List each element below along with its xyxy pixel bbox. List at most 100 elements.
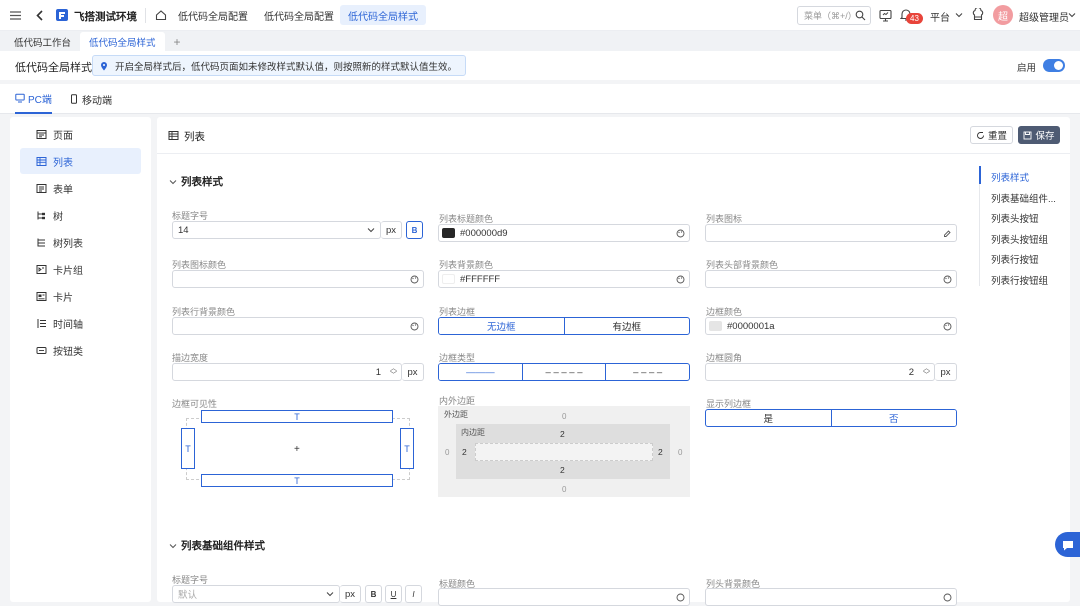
s2-title-color-picker[interactable]: [438, 588, 690, 606]
sidebar-item-page[interactable]: 页面: [20, 121, 141, 147]
stepper-icon[interactable]: ︿ ﹀: [390, 365, 397, 379]
border-type-segmented: ——— – – – – – – – – –: [438, 363, 690, 381]
search-placeholder: 菜单（⌘+/）: [804, 11, 857, 21]
list-icon-input[interactable]: [705, 224, 957, 242]
avatar[interactable]: 超: [993, 5, 1013, 25]
title-color-picker[interactable]: #000000d9: [438, 224, 690, 242]
anchor-row-button-group[interactable]: 列表行按钮组: [991, 273, 1048, 287]
section-list-style[interactable]: 列表样式: [169, 174, 223, 189]
palette-icon: [409, 274, 419, 284]
anchor-base-components[interactable]: 列表基础组件...: [991, 191, 1056, 205]
chevron-down-icon: [325, 589, 335, 599]
chef-hat-icon[interactable]: [971, 8, 985, 22]
sidebar-item-button[interactable]: 按钮类: [20, 337, 141, 363]
edit-icon: [942, 228, 952, 238]
margin-right-value[interactable]: 0: [678, 448, 682, 457]
reset-button[interactable]: 重置: [970, 126, 1013, 144]
user-name[interactable]: 超级管理员: [1019, 9, 1069, 24]
section-base-components[interactable]: 列表基础组件样式: [169, 538, 265, 553]
stroke-width-input[interactable]: 1 ︿ ﹀: [172, 363, 402, 381]
page-tab-bar: 低代码工作台 低代码全局样式 +: [0, 31, 1080, 51]
palette-icon: [675, 274, 685, 284]
icon-color-picker[interactable]: [172, 270, 424, 288]
sidebar-item-timeline[interactable]: 时间轴: [20, 310, 141, 336]
padding-left-value[interactable]: 2: [462, 447, 467, 457]
enable-toggle[interactable]: [1043, 59, 1065, 72]
bold-button[interactable]: B: [406, 221, 423, 239]
anchor-header-button[interactable]: 列表头按钮: [991, 211, 1039, 225]
page-tab-workbench[interactable]: 低代码工作台: [5, 32, 80, 51]
col-border-no-option[interactable]: 否: [831, 410, 956, 426]
border-top-toggle[interactable]: T: [201, 410, 393, 423]
tab-pc[interactable]: PC端: [15, 84, 52, 114]
border-dotted-option[interactable]: – – – –: [606, 364, 689, 380]
breadcrumb-3[interactable]: 低代码全局样式: [340, 5, 426, 25]
border-color-picker[interactable]: #0000001a: [705, 317, 957, 335]
save-label: 保存: [1035, 131, 1055, 142]
add-tab-icon[interactable]: +: [165, 32, 190, 51]
border-bottom-toggle[interactable]: T: [201, 474, 393, 487]
padding-top-value[interactable]: 2: [560, 429, 565, 439]
border-solid-option[interactable]: ———: [439, 364, 523, 380]
border-left-toggle[interactable]: T: [181, 428, 195, 469]
s2-italic-button[interactable]: I: [405, 585, 422, 603]
menu-icon[interactable]: [9, 9, 22, 22]
sidebar-item-tree[interactable]: 树: [20, 202, 141, 228]
anchor-row-button[interactable]: 列表行按钮: [991, 252, 1039, 266]
palette-icon: [675, 592, 685, 602]
radius-input[interactable]: 2 ︿ ﹀: [705, 363, 935, 381]
s2-title-font-select[interactable]: 默认: [172, 585, 340, 603]
bg-color-value: #FFFFFF: [460, 273, 501, 285]
head-bg-picker[interactable]: [705, 270, 957, 288]
menu-search-input[interactable]: 菜单（⌘+/）: [797, 6, 871, 25]
color-swatch: [442, 274, 455, 284]
col-border-yes-option[interactable]: 是: [706, 410, 832, 426]
border-right-toggle[interactable]: T: [400, 428, 414, 469]
chevron-down-icon[interactable]: [955, 11, 963, 19]
anchor-header-button-group[interactable]: 列表头按钮组: [991, 232, 1048, 246]
padding-title: 内边距: [461, 428, 485, 437]
search-icon[interactable]: [855, 10, 866, 21]
chat-icon: [1061, 538, 1075, 552]
chat-float-button[interactable]: [1055, 532, 1080, 557]
anchor-list-style[interactable]: 列表样式: [991, 170, 1029, 184]
sidebar-item-form[interactable]: 表单: [20, 175, 141, 201]
home-icon[interactable]: [155, 9, 167, 21]
border-dashed-option[interactable]: – – – – –: [523, 364, 607, 380]
border-has-option[interactable]: 有边框: [565, 318, 690, 334]
monitor-icon[interactable]: [879, 9, 892, 22]
back-icon[interactable]: [34, 9, 46, 22]
row-bg-picker[interactable]: [172, 317, 424, 335]
sidebar-item-card-group[interactable]: 卡片组: [20, 256, 141, 282]
margin-left-value[interactable]: 0: [445, 448, 449, 457]
title-font-select[interactable]: 14: [172, 221, 381, 239]
palette-icon: [942, 321, 952, 331]
padding-right-value[interactable]: 2: [658, 447, 663, 457]
sidebar-label: 树: [53, 211, 63, 223]
stepper-icon[interactable]: ︿ ﹀: [923, 365, 930, 379]
center-plus: +: [294, 444, 300, 455]
sidebar-item-tree-list[interactable]: 树列表: [20, 229, 141, 255]
margin-top-value[interactable]: 0: [562, 412, 566, 421]
breadcrumb-2[interactable]: 低代码全局配置: [256, 5, 342, 25]
tab-mobile[interactable]: 移动端: [69, 84, 112, 114]
notify-badge: 43: [906, 13, 923, 24]
sidebar-item-card[interactable]: 卡片: [20, 283, 141, 309]
platform-switch[interactable]: 平台: [930, 9, 950, 24]
page-tab-global-style[interactable]: 低代码全局样式: [80, 32, 165, 51]
mobile-icon: [69, 94, 79, 104]
sidebar-label: 时间轴: [53, 319, 83, 331]
anchor-indicator: [979, 166, 981, 184]
sidebar-item-list[interactable]: 列表: [20, 148, 141, 174]
save-button[interactable]: 保存: [1018, 126, 1060, 144]
padding-bottom-value[interactable]: 2: [560, 465, 565, 475]
margin-bottom-value[interactable]: 0: [562, 485, 566, 494]
user-chevron-down-icon[interactable]: [1068, 11, 1076, 19]
breadcrumb-1[interactable]: 低代码全局配置: [170, 5, 256, 25]
s2-underline-button[interactable]: U: [385, 585, 402, 603]
s2-bold-button[interactable]: B: [365, 585, 382, 603]
border-none-option[interactable]: 无边框: [439, 318, 565, 334]
bg-color-picker[interactable]: #FFFFFF: [438, 270, 690, 288]
s2-head-bg-picker[interactable]: [705, 588, 957, 606]
sidebar-label: 按钮类: [53, 346, 83, 358]
